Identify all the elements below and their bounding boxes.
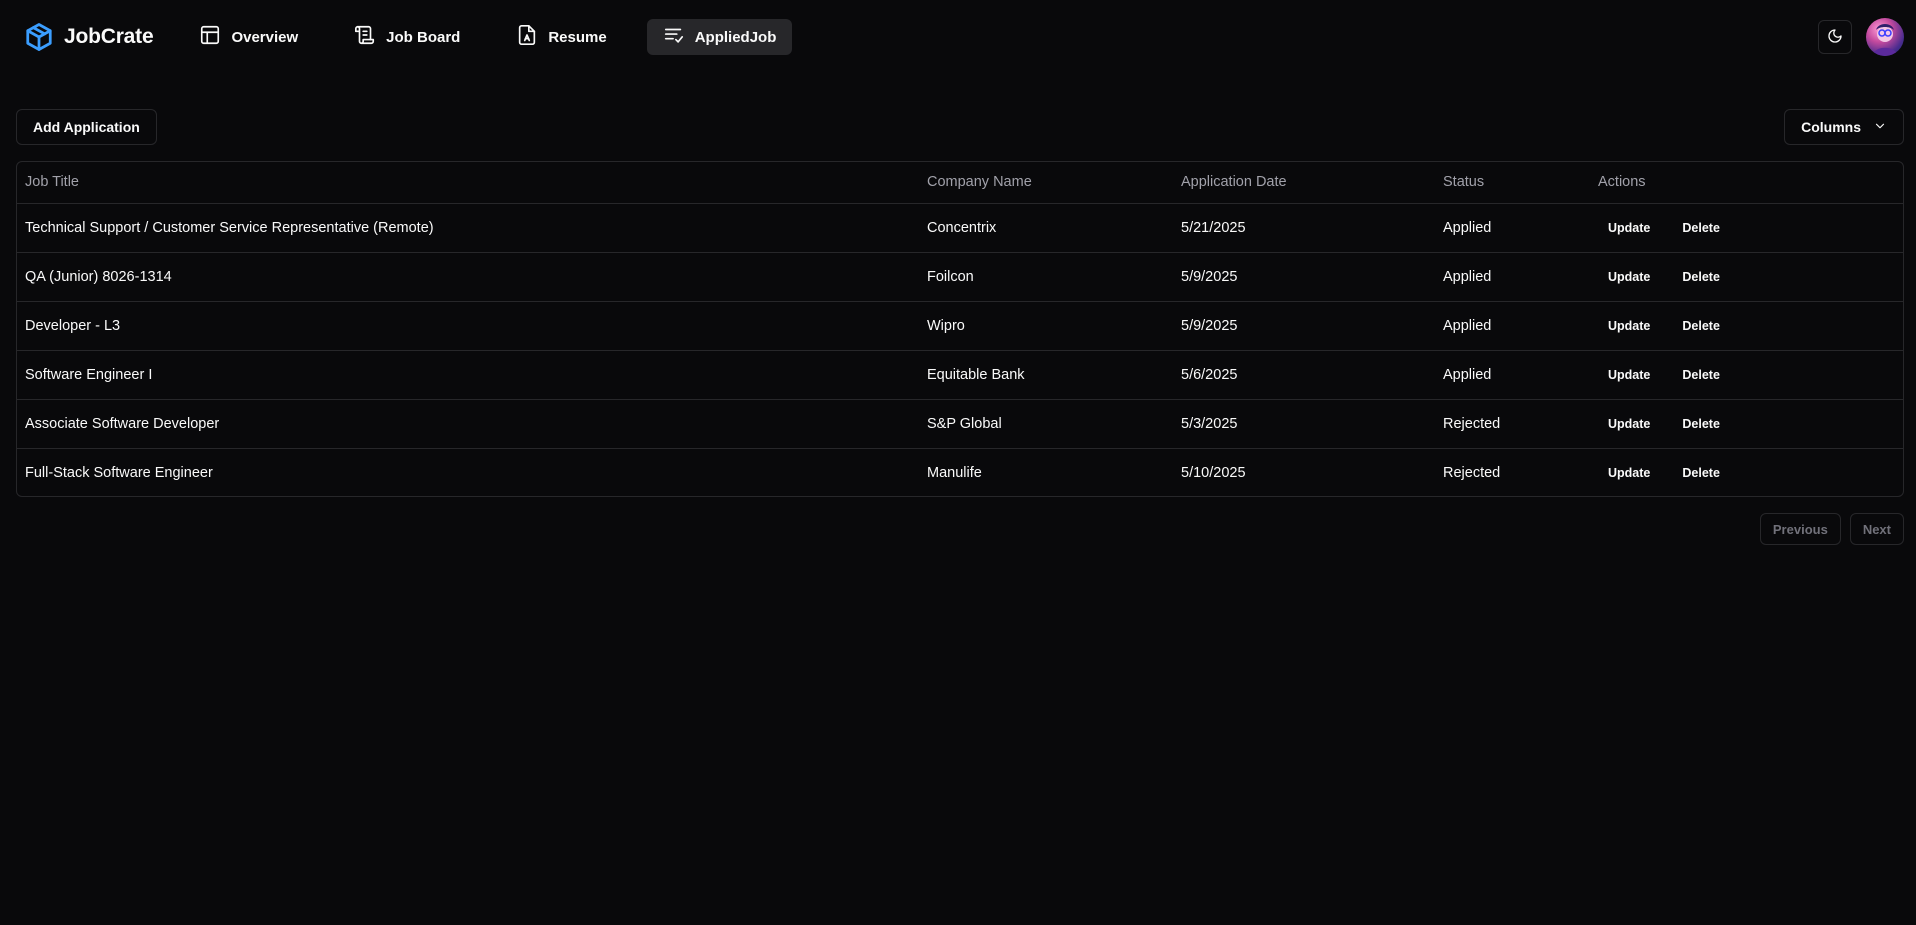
cell-actions: Update Delete — [1590, 252, 1903, 302]
layout-panel-icon — [199, 24, 221, 50]
next-page-button[interactable]: Next — [1849, 513, 1904, 545]
cell-job-title: Software Engineer I — [17, 350, 919, 400]
header-actions: Actions — [1590, 162, 1903, 204]
delete-button[interactable]: Delete — [1672, 362, 1730, 388]
cell-job-title: Technical Support / Customer Service Rep… — [17, 203, 919, 253]
pagination: Previous Next — [1759, 513, 1904, 545]
nav-item-label: Job Board — [386, 28, 461, 46]
nav-items: Overview Job Board Resume AppliedJob — [183, 19, 793, 55]
cell-job-title: QA (Junior) 8026-1314 — [17, 252, 919, 302]
table-row: QA (Junior) 8026-1314 Foilcon 5/9/2025 A… — [17, 252, 1903, 302]
cell-company: S&P Global — [919, 399, 1173, 449]
box-logo-icon — [24, 22, 54, 52]
cell-company: Concentrix — [919, 203, 1173, 253]
header-job-title[interactable]: Job Title — [17, 162, 919, 204]
update-button[interactable]: Update — [1598, 313, 1660, 339]
cell-status: Applied — [1435, 350, 1590, 400]
cell-actions: Update Delete — [1590, 301, 1903, 351]
header-status[interactable]: Status — [1435, 162, 1590, 204]
header-application-date[interactable]: Application Date — [1173, 162, 1435, 204]
nav-item-applied-job[interactable]: AppliedJob — [646, 19, 793, 55]
cell-job-title: Associate Software Developer — [17, 399, 919, 449]
scroll-icon — [354, 24, 376, 50]
cell-company: Foilcon — [919, 252, 1173, 302]
nav-right — [1818, 18, 1904, 56]
theme-toggle-button[interactable] — [1818, 20, 1852, 54]
update-button[interactable]: Update — [1598, 460, 1660, 486]
cell-date: 5/6/2025 — [1173, 350, 1435, 400]
cell-date: 5/9/2025 — [1173, 252, 1435, 302]
update-button[interactable]: Update — [1598, 264, 1660, 290]
cell-job-title: Developer - L3 — [17, 301, 919, 351]
chevron-down-icon — [1873, 119, 1887, 136]
table-row: Developer - L3 Wipro 5/9/2025 Applied Up… — [17, 301, 1903, 351]
columns-dropdown-button[interactable]: Columns — [1784, 109, 1904, 145]
cell-company: Equitable Bank — [919, 350, 1173, 400]
applications-table: Job Title Company Name Application Date … — [16, 161, 1904, 497]
cell-date: 5/3/2025 — [1173, 399, 1435, 449]
cell-company: Manulife — [927, 464, 982, 481]
cell-actions: Update Delete — [1590, 448, 1903, 496]
cell-status: Applied — [1435, 301, 1590, 351]
cell-actions: Update Delete — [1590, 350, 1903, 400]
table-toolbar: Add Application Columns — [16, 109, 1904, 145]
delete-button[interactable]: Delete — [1672, 215, 1730, 241]
delete-button[interactable]: Delete — [1672, 264, 1730, 290]
table-row: Associate Software Developer S&P Global … — [17, 399, 1903, 449]
nav-item-label: Overview — [231, 28, 299, 46]
table-row: Software Engineer I Equitable Bank 5/6/2… — [17, 350, 1903, 400]
add-application-button[interactable]: Add Application — [16, 109, 157, 145]
cell-date: 5/10/2025 — [1181, 464, 1246, 481]
header-company-name[interactable]: Company Name — [919, 162, 1173, 204]
brand[interactable]: JobCrate — [24, 22, 154, 52]
user-avatar[interactable] — [1866, 18, 1904, 56]
previous-page-button[interactable]: Previous — [1759, 513, 1841, 545]
delete-button[interactable]: Delete — [1672, 460, 1730, 486]
nav-item-label: Resume — [548, 28, 607, 46]
cell-company: Wipro — [919, 301, 1173, 351]
update-button[interactable]: Update — [1598, 215, 1660, 241]
nav-item-overview[interactable]: Overview — [183, 19, 314, 55]
delete-button[interactable]: Delete — [1672, 313, 1730, 339]
cell-status: Applied — [1435, 252, 1590, 302]
list-check-icon — [663, 24, 685, 50]
table-row: Full-Stack Software Engineer Manulife 5/… — [17, 448, 1903, 496]
cell-status: Rejected — [1443, 464, 1501, 481]
cell-actions: Update Delete — [1590, 399, 1903, 449]
brand-name: JobCrate — [64, 25, 154, 48]
cell-job-title: Full-Stack Software Engineer — [25, 464, 213, 481]
cell-date: 5/9/2025 — [1173, 301, 1435, 351]
cell-status: Applied — [1435, 203, 1590, 253]
cell-date: 5/21/2025 — [1173, 203, 1435, 253]
table-row: Technical Support / Customer Service Rep… — [17, 203, 1903, 253]
columns-button-label: Columns — [1801, 119, 1861, 135]
moon-icon — [1827, 28, 1843, 47]
update-button[interactable]: Update — [1598, 411, 1660, 437]
nav-item-job-board[interactable]: Job Board — [338, 19, 476, 55]
nav-item-resume[interactable]: Resume — [500, 19, 622, 55]
file-type-icon — [516, 24, 538, 50]
nav-item-label: AppliedJob — [694, 28, 777, 46]
top-navbar: JobCrate Overview Job Board Resume Appli… — [0, 0, 1916, 74]
table-header-row: Job Title Company Name Application Date … — [17, 162, 1903, 204]
cell-actions: Update Delete — [1590, 203, 1903, 253]
update-button[interactable]: Update — [1598, 362, 1660, 388]
cell-status: Rejected — [1435, 399, 1590, 449]
delete-button[interactable]: Delete — [1672, 411, 1730, 437]
